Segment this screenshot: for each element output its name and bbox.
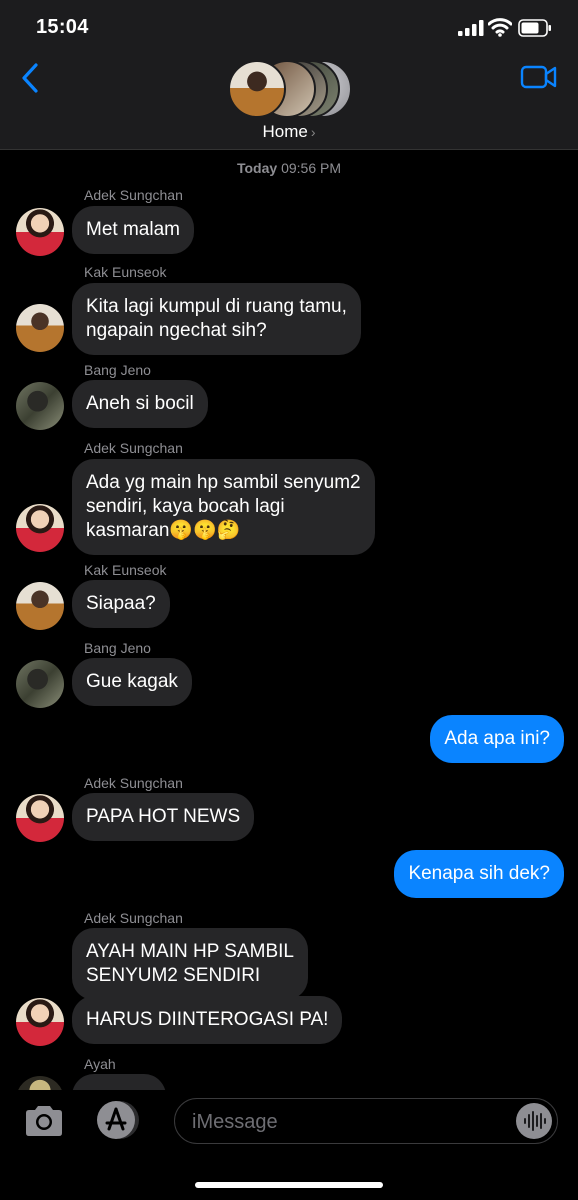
app-store-icon[interactable] [94, 1100, 144, 1140]
sender-name: Adek Sungchan [84, 187, 183, 203]
timestamp-day: Today [236, 160, 278, 176]
message-input[interactable]: iMessage [174, 1098, 558, 1144]
message-bubble-incoming[interactable]: Aneh si bocil [72, 380, 208, 428]
sender-name: Kak Eunseok [84, 264, 167, 280]
sender-name: Adek Sungchan [84, 440, 183, 456]
message-bubble-outgoing[interactable]: Kenapa sih dek? [394, 850, 564, 898]
group-name-label: Home [262, 122, 308, 141]
sender-name: Ayah [84, 1056, 116, 1072]
message-bubble-incoming[interactable] [72, 1074, 166, 1090]
message-bubble-incoming[interactable]: HARUS DIINTEROGASI PA! [72, 996, 343, 1044]
chevron-left-icon[interactable] [18, 62, 42, 94]
sender-name: Bang Jeno [84, 640, 151, 656]
message-bubble-incoming[interactable]: Gue kagak [72, 658, 192, 706]
sender-name: Adek Sungchan [84, 775, 183, 791]
conversation-header: Home › [0, 56, 578, 150]
message-bubble-incoming[interactable]: Siapaa? [72, 580, 170, 628]
avatar[interactable] [16, 504, 64, 552]
message-bubble-incoming[interactable]: PAPA HOT NEWS [72, 793, 255, 841]
message-bubble-incoming[interactable]: Kita lagi kumpul di ruang tamu, ngapain … [72, 283, 361, 355]
chevron-right-icon: › [310, 124, 316, 140]
message-input-placeholder: iMessage [192, 1111, 278, 1133]
group-avatar-stack[interactable] [228, 60, 352, 118]
avatar[interactable] [16, 582, 64, 630]
battery-icon [518, 19, 551, 37]
timestamp-time: 09:56 PM [281, 160, 342, 176]
sender-name: Bang Jeno [84, 362, 151, 378]
message-list[interactable]: Today 09:56 PM Adek Sungchan Met malam K… [0, 150, 578, 1090]
sender-name: Kak Eunseok [84, 562, 167, 578]
avatar[interactable] [16, 382, 64, 430]
home-indicator[interactable] [195, 1182, 383, 1188]
camera-icon[interactable] [22, 1104, 66, 1138]
compose-bar: iMessage [0, 1090, 578, 1200]
group-name-title[interactable]: Home › [0, 122, 578, 142]
audio-waveform-icon[interactable] [516, 1103, 552, 1139]
status-time: 15:04 [36, 16, 89, 38]
timestamp: Today 09:56 PM [0, 160, 578, 176]
message-bubble-incoming[interactable]: AYAH MAIN HP SAMBIL SENYUM2 SENDIRI [72, 928, 308, 1000]
wifi-icon [488, 18, 512, 37]
sender-name: Adek Sungchan [84, 910, 183, 926]
video-camera-icon[interactable] [520, 64, 558, 90]
status-bar: 15:04 [0, 0, 578, 56]
message-bubble-outgoing[interactable]: Ada apa ini? [430, 715, 564, 763]
avatar[interactable] [16, 794, 64, 842]
avatar[interactable] [16, 998, 64, 1046]
message-bubble-incoming[interactable]: Ada yg main hp sambil senyum2 sendiri, k… [72, 459, 375, 555]
avatar[interactable] [16, 1076, 64, 1090]
avatar[interactable] [16, 304, 64, 352]
cellular-signal-icon [458, 20, 484, 36]
message-bubble-incoming[interactable]: Met malam [72, 206, 194, 254]
stack-avatar [228, 60, 286, 118]
avatar[interactable] [16, 208, 64, 256]
avatar[interactable] [16, 660, 64, 708]
